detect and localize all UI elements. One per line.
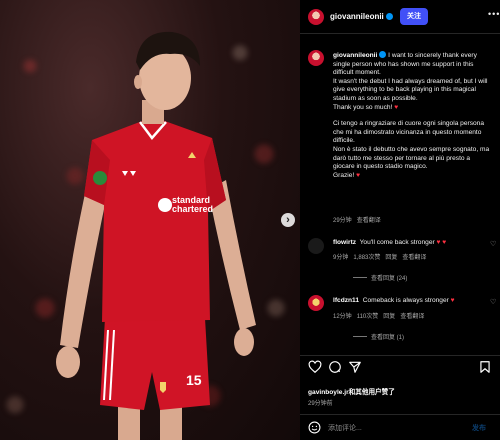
caption-it-line-2: Non è stato il debutto che avevo sempre …: [333, 145, 490, 171]
comment-text: lfcdzn11 Comeback is always stronger ♥: [333, 297, 455, 304]
follow-button[interactable]: 关注: [400, 8, 428, 25]
shorts-number: 15: [186, 372, 202, 388]
comment-likes[interactable]: 110次赞: [357, 314, 379, 320]
next-photo-button[interactable]: ›: [281, 213, 295, 227]
divider: [300, 355, 500, 356]
red-heart-emoji-icon: ♥ ♥: [436, 239, 447, 246]
comment-likes[interactable]: 1,883次赞: [353, 255, 380, 261]
comment-meta: 9分钟 1,883次赞 回复 查看翻译: [333, 252, 426, 261]
comment-reply-link[interactable]: 回复: [385, 255, 397, 261]
comment-reply-link[interactable]: 回复: [383, 314, 395, 320]
verified-badge-icon: [379, 51, 387, 58]
caption-meta: 29分钟 查看翻译: [333, 215, 381, 224]
comment-translate-link[interactable]: 查看翻译: [402, 255, 426, 261]
comment-body: Comeback is always stronger: [362, 297, 449, 304]
comment-time: 9分钟: [333, 255, 349, 261]
comment-like-icon[interactable]: ♡: [490, 298, 496, 306]
caption-translate-link[interactable]: 查看翻译: [357, 218, 381, 224]
author-avatar[interactable]: [308, 9, 324, 25]
caption-time: 29分钟: [333, 218, 352, 224]
view-replies-link[interactable]: 查看回复 (24): [353, 273, 407, 282]
add-comment-input[interactable]: 添加评论...: [328, 423, 362, 433]
red-heart-emoji-icon: ♥: [356, 171, 361, 179]
comment-translate-link[interactable]: 查看翻译: [400, 314, 424, 320]
divider: [300, 414, 500, 415]
comment-time: 12分钟: [333, 314, 352, 320]
heart-icon[interactable]: [308, 360, 322, 374]
comment-like-icon[interactable]: ♡: [490, 240, 496, 248]
caption-username[interactable]: giovannileonii: [333, 52, 377, 59]
comment-body: You'll come back stronger: [359, 239, 435, 246]
verified-badge-icon: [385, 13, 393, 20]
red-heart-emoji-icon: ♥: [450, 297, 455, 304]
likes-summary-text[interactable]: gavinboyle.jr和其他用户赞了: [308, 389, 395, 396]
comment-username[interactable]: flowirtz: [333, 239, 356, 246]
post-header: giovannileonii 关注 •••: [300, 0, 500, 34]
red-heart-emoji-icon: ♥: [394, 103, 399, 111]
jersey-sponsor: standard chartered: [172, 196, 213, 214]
action-bar: [300, 360, 500, 378]
post-panel: giovannileonii 关注 ••• giovannileonii I w…: [300, 0, 500, 440]
caption-it-line-1: Ci tengo a ringraziare di cuore ogni sin…: [333, 120, 485, 145]
caption-line-3: Thank you so much!: [333, 103, 393, 111]
caption-line-2: It wasn't the debut I had always dreamed…: [333, 77, 488, 102]
emoji-icon[interactable]: [308, 421, 321, 434]
comment-avatar[interactable]: [308, 238, 324, 254]
post-caption: giovannileonii I want to sincerely thank…: [333, 51, 493, 180]
bookmark-icon[interactable]: [478, 360, 492, 374]
post-photo: standard chartered 15 ›: [0, 0, 300, 440]
more-horizontal-icon[interactable]: •••: [488, 9, 500, 19]
share-icon[interactable]: [348, 360, 362, 374]
player-image: [56, 31, 256, 440]
sponsor-line-2: chartered: [172, 204, 214, 214]
view-replies-link[interactable]: 查看回复 (1): [353, 332, 404, 341]
caption-avatar[interactable]: [308, 50, 324, 66]
comment-text: flowirtz You'll come back stronger ♥ ♥: [333, 239, 446, 246]
author-username[interactable]: giovannileonii: [330, 12, 393, 21]
comment-username[interactable]: lfcdzn11: [333, 297, 359, 304]
comment-icon[interactable]: [328, 360, 342, 374]
likes-summary[interactable]: gavinboyle.jr和其他用户赞了: [308, 386, 395, 396]
caption-it-line-3: Grazie!: [333, 171, 355, 179]
post-comment-button[interactable]: 发布: [472, 423, 486, 433]
comment-avatar[interactable]: [308, 295, 324, 311]
author-username-text[interactable]: giovannileonii: [330, 12, 384, 21]
post-timestamp: 29分钟前: [308, 401, 333, 407]
comment-meta: 12分钟 110次赞 回复 查看翻译: [333, 311, 424, 320]
